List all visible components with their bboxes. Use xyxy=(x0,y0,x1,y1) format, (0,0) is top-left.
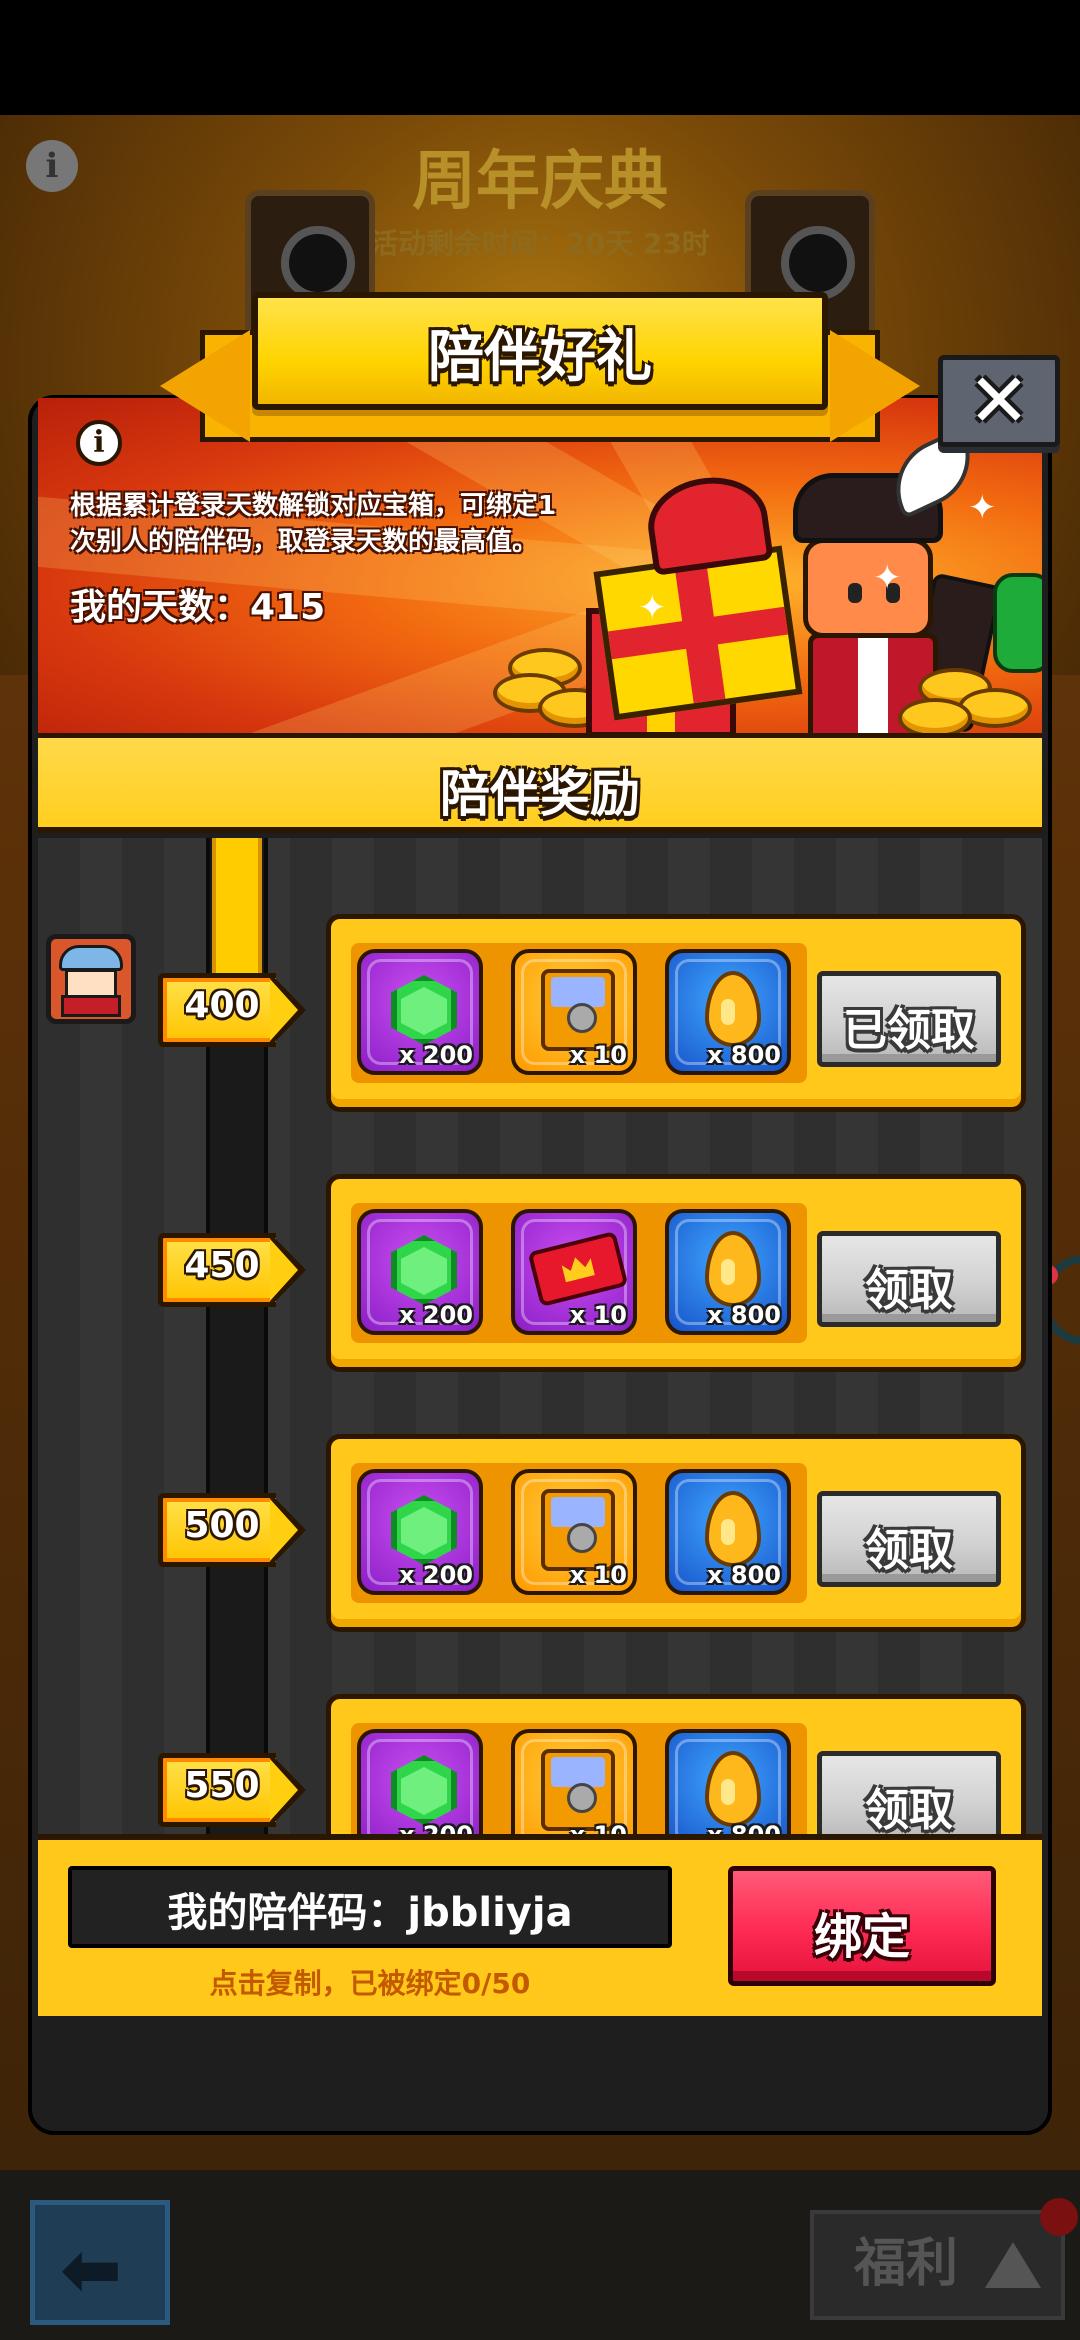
item-quantity: x 800 xyxy=(707,1561,781,1589)
close-icon: ✕ xyxy=(967,358,1030,444)
item-quantity: x 200 xyxy=(399,1301,473,1329)
bind-button-label: 绑定 xyxy=(813,1909,910,1965)
dialog-banner: i 根据累计登录天数解锁对应宝箱，可绑定1 次别人的陪伴码，取登录天数的最高值。… xyxy=(38,398,1042,733)
claim-button-label: 领取 xyxy=(865,1785,953,1834)
rewards-section-title: 陪伴奖励 xyxy=(440,765,640,823)
treasure-chest-icon xyxy=(541,969,615,1051)
reward-tier-450: 450 x 200 x 10 x 800 领取 xyxy=(38,1140,1042,1372)
item-quantity: x 800 xyxy=(707,1041,781,1069)
back-button: ⬅ xyxy=(30,2200,170,2325)
item-quantity: x 800 xyxy=(707,1301,781,1329)
info-icon[interactable]: i xyxy=(76,420,122,466)
event-countdown: 活动剩余时间：20天 23时 xyxy=(370,227,710,260)
reward-item[interactable]: x 200 xyxy=(357,949,483,1075)
welfare-notification-dot xyxy=(1040,2198,1078,2236)
reward-card: x 200 x 10 x 800 已领取 xyxy=(326,914,1026,1112)
reward-items: x 200 x 10 x 800 xyxy=(351,1723,807,1834)
yellow-gift-box-icon xyxy=(593,545,803,721)
sparkle-icon: ✦ xyxy=(968,488,997,528)
close-button[interactable]: ✕ xyxy=(938,355,1060,447)
day-tag: 450 xyxy=(158,1233,308,1307)
item-quantity: x 10 xyxy=(569,1561,627,1589)
reward-tier-550: 550 x 200 x 10 x 800 xyxy=(38,1660,1042,1834)
reward-item[interactable]: x 10 xyxy=(511,1469,637,1595)
claim-button[interactable]: 领取 xyxy=(817,1491,1001,1587)
claim-button-label: 领取 xyxy=(865,1525,953,1576)
day-tag: 550 xyxy=(158,1753,308,1827)
event-title: 周年庆典 xyxy=(412,145,668,219)
claim-button[interactable]: 领取 xyxy=(817,1751,1001,1834)
claimed-button[interactable]: 已领取 xyxy=(817,971,1001,1067)
back-arrow-icon: ⬅ xyxy=(60,2227,123,2313)
reward-items: x 200 x 10 x 800 xyxy=(351,943,807,1083)
chevron-up-icon xyxy=(985,2242,1041,2288)
day-tag: 400 xyxy=(158,973,308,1047)
day-tag-label: 500 xyxy=(184,1505,260,1546)
sparkle-icon: ✦ xyxy=(873,558,902,598)
reward-tier-500: 500 x 200 x 10 x 800 领取 xyxy=(38,1400,1042,1632)
banner-description-line-1: 根据累计登录天数解锁对应宝箱，可绑定1 xyxy=(70,491,557,521)
reward-items: x 200 x 10 x 800 xyxy=(351,1203,807,1343)
character-face xyxy=(803,538,933,638)
reward-card: x 200 x 10 x 800 领取 xyxy=(326,1434,1026,1632)
reward-item[interactable]: x 10 xyxy=(511,1729,637,1834)
copy-hint: 点击复制，已被绑定0/50 xyxy=(209,1967,531,2000)
reward-item[interactable]: x 800 xyxy=(665,1729,791,1834)
day-tag-label: 550 xyxy=(184,1765,260,1806)
dialog-footer: 我的陪伴码：jbbliyja 点击复制，已被绑定0/50 绑定 xyxy=(38,1834,1042,2016)
dialog-title-plate: 陪伴好礼 xyxy=(252,292,828,410)
gold-coin-icon xyxy=(898,698,972,733)
reward-item[interactable]: x 10 xyxy=(511,949,637,1075)
welfare-label: 福利 xyxy=(854,2234,959,2294)
title-wing-left xyxy=(160,330,250,442)
reward-item[interactable]: x 800 xyxy=(665,949,791,1075)
item-quantity: x 200 xyxy=(399,1821,473,1834)
item-quantity: x 10 xyxy=(570,1821,627,1834)
reward-item[interactable]: x 800 xyxy=(665,1209,791,1335)
rewards-list[interactable]: 400 x 200 x 10 x 800 已领取 450 x 200 x 10 … xyxy=(38,838,1042,1834)
item-quantity: x 200 xyxy=(399,1561,473,1589)
reward-item[interactable]: x 10 xyxy=(511,1209,637,1335)
my-companion-code-box[interactable]: 我的陪伴码：jbbliyja xyxy=(68,1866,672,1948)
item-quantity: x 800 xyxy=(707,1821,781,1834)
item-quantity: x 10 xyxy=(569,1301,627,1329)
claim-button-label: 已领取 xyxy=(843,1005,975,1056)
treasure-chest-icon xyxy=(541,1489,615,1571)
item-quantity: x 200 xyxy=(399,1041,473,1069)
item-quantity: x 10 xyxy=(569,1041,627,1069)
claim-button[interactable]: 领取 xyxy=(817,1231,1001,1327)
reward-item[interactable]: x 200 xyxy=(357,1209,483,1335)
my-companion-code: 我的陪伴码：jbbliyja xyxy=(167,1890,573,1936)
reward-items: x 200 x 10 x 800 xyxy=(351,1463,807,1603)
day-tag-label: 400 xyxy=(184,985,260,1026)
banner-description-line-2: 次别人的陪伴码，取登录天数的最高值。 xyxy=(70,527,539,557)
claim-button-label: 领取 xyxy=(865,1265,953,1316)
reward-card: x 200 x 10 x 800 领取 xyxy=(326,1174,1026,1372)
day-tag-label: 450 xyxy=(184,1245,260,1286)
reward-item[interactable]: x 200 xyxy=(357,1469,483,1595)
day-tag: 500 xyxy=(158,1493,308,1567)
reward-card: x 200 x 10 x 800 领取 xyxy=(326,1694,1026,1834)
banner-description: 根据累计登录天数解锁对应宝箱，可绑定1 次别人的陪伴码，取登录天数的最高值。 xyxy=(70,488,630,560)
welfare-nav-button: 福利 xyxy=(810,2210,1065,2320)
sparkle-icon: ✦ xyxy=(638,588,667,628)
reward-tier-400: 400 x 200 x 10 x 800 已领取 xyxy=(38,880,1042,1112)
reward-item[interactable]: x 800 xyxy=(665,1469,791,1595)
dialog-title: 陪伴好礼 xyxy=(428,325,652,390)
my-days-label: 我的天数：415 xyxy=(70,587,326,628)
rewards-section-header: 陪伴奖励 xyxy=(38,733,1042,833)
treasure-chest-icon xyxy=(541,1749,615,1831)
title-wing-right xyxy=(830,330,920,442)
green-bag-icon xyxy=(993,573,1042,673)
reward-item[interactable]: x 200 xyxy=(357,1729,483,1834)
bind-button[interactable]: 绑定 xyxy=(728,1866,996,1986)
